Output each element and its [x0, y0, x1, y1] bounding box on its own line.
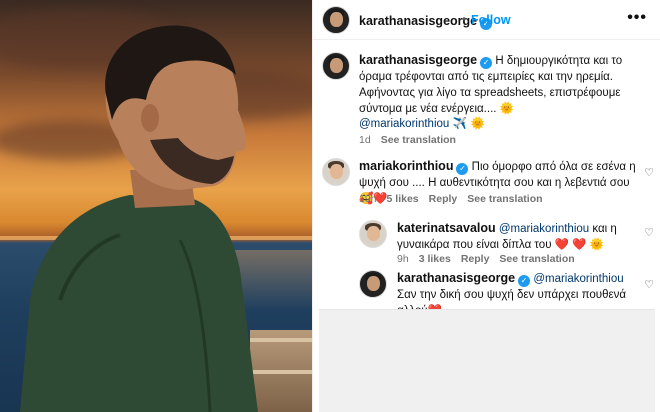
caption-mention-link[interactable]: @mariakorinthiou [359, 118, 449, 130]
caption-mention-row: @mariakorinthiou ✈️ 🌞 [359, 115, 485, 132]
comment-time: 19h [359, 193, 377, 205]
caption-username[interactable]: karathanasisgeorge [359, 53, 477, 67]
post-header: karathanasisgeorge ✓ • Follow ••• [313, 0, 660, 40]
separator-dot: • [462, 12, 467, 26]
verified-badge-icon: ✓ [456, 163, 469, 175]
comment-meta: 19h 5 likes Reply See translation [359, 193, 543, 205]
more-options-icon[interactable]: ••• [627, 9, 647, 27]
reply-likes[interactable]: 3 likes [419, 253, 451, 265]
reply-button[interactable]: Reply [429, 193, 458, 205]
see-translation-link[interactable]: See translation [499, 253, 574, 265]
author-avatar[interactable] [322, 6, 350, 34]
see-translation-link[interactable]: See translation [467, 193, 542, 205]
post-photo [0, 0, 312, 412]
caption-time: 1d [359, 134, 371, 146]
like-heart-icon[interactable]: ♡ [644, 278, 654, 291]
post-details-pane: karathanasisgeorge ✓ • Follow ••• karatha… [312, 0, 660, 412]
see-translation-link[interactable]: See translation [381, 134, 456, 146]
reply-comment: katerinatsavalou @mariakorinthiou και η … [397, 220, 637, 253]
comment-likes[interactable]: 5 likes [387, 193, 419, 205]
loading-placeholder [319, 309, 655, 412]
comment-username[interactable]: mariakorinthiou [359, 159, 453, 173]
reply-meta: 9h 3 likes Reply See translation [397, 253, 575, 265]
caption: karathanasisgeorge ✓ Η δημιουργικότητα κα… [359, 52, 651, 117]
man-silhouette [20, 25, 258, 412]
reply-time: 9h [397, 253, 409, 265]
reply-avatar[interactable] [359, 270, 387, 298]
reply-mention-link[interactable]: @mariakorinthiou [533, 273, 623, 285]
author-username[interactable]: karathanasisgeorge [359, 14, 477, 28]
caption-avatar[interactable] [322, 52, 350, 80]
verified-badge-icon: ✓ [480, 57, 493, 69]
verified-badge-icon: ✓ [518, 275, 531, 287]
reply-username[interactable]: katerinatsavalou [397, 221, 496, 235]
caption-meta: 1d See translation [359, 134, 456, 146]
follow-button[interactable]: Follow [471, 13, 511, 27]
like-heart-icon[interactable]: ♡ [644, 226, 654, 239]
commenter-avatar[interactable] [322, 158, 350, 186]
reply-avatar[interactable] [359, 220, 387, 248]
caption-mention-emoji: ✈️ 🌞 [452, 116, 485, 130]
reply-username[interactable]: karathanasisgeorge [397, 271, 515, 285]
reply-button[interactable]: Reply [461, 253, 490, 265]
reply-mention-link[interactable]: @mariakorinthiou [499, 223, 589, 235]
like-heart-icon[interactable]: ♡ [644, 166, 654, 179]
